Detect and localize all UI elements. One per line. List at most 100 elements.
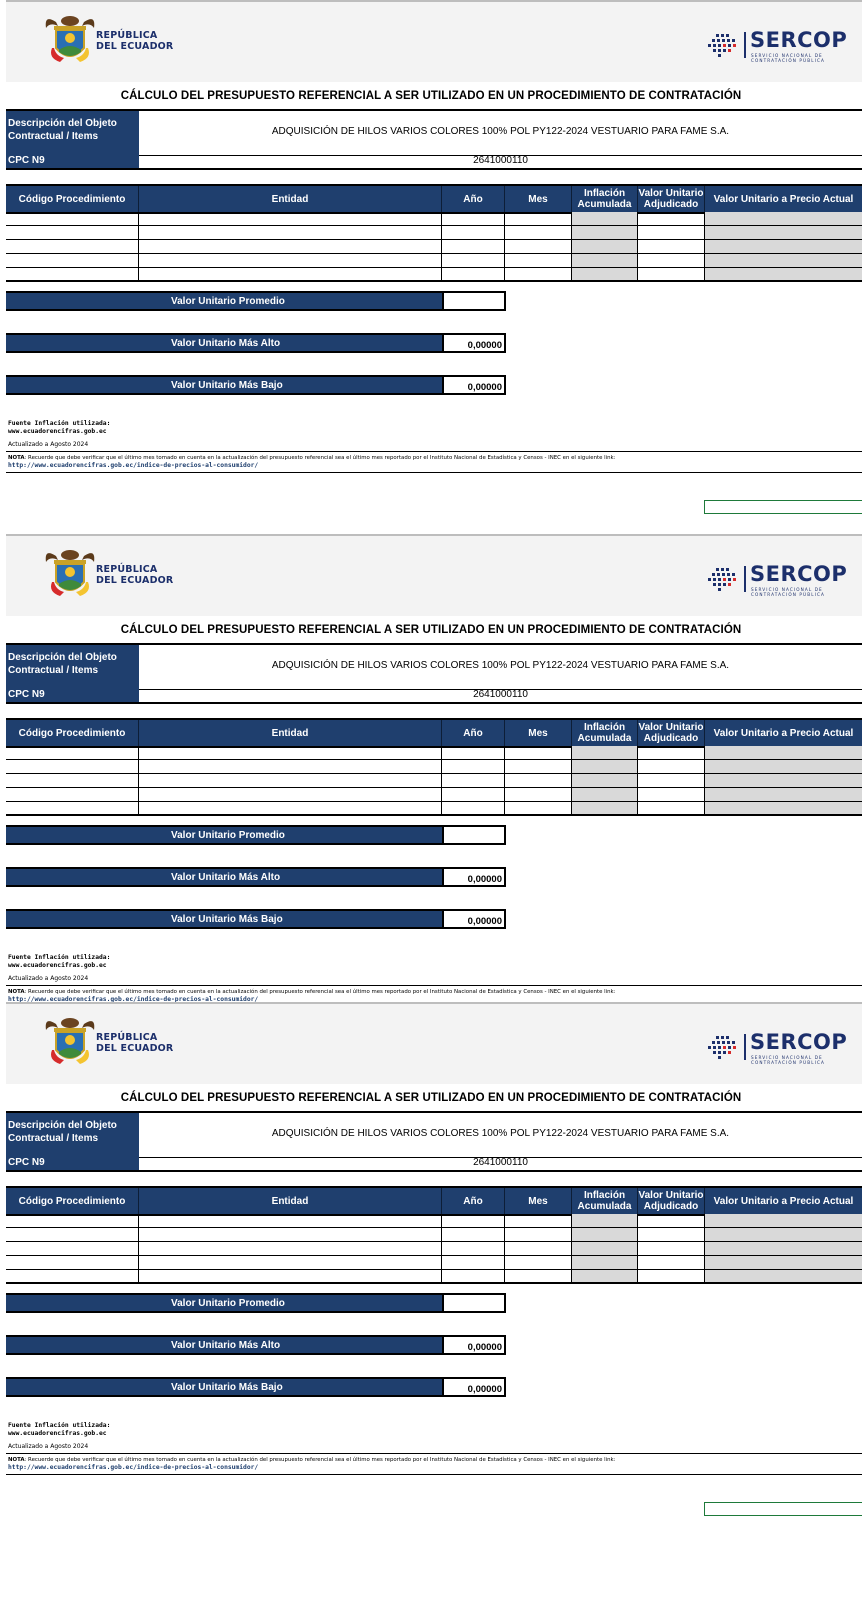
table-cell[interactable] [505,802,572,814]
table-cell[interactable] [705,212,862,225]
table-cell[interactable] [572,226,638,239]
table-cell[interactable] [139,746,442,759]
table-cell[interactable] [505,1242,572,1255]
mas-bajo-value[interactable]: 0,00000 [442,1377,506,1397]
table-cell[interactable] [705,788,862,801]
table-cell[interactable] [505,212,572,225]
table-cell[interactable] [572,254,638,267]
table-cell[interactable] [6,760,139,773]
table-cell[interactable] [505,1256,572,1269]
table-cell[interactable] [705,760,862,773]
table-cell[interactable] [139,240,442,253]
table-cell[interactable] [505,1270,572,1282]
fuente-url[interactable]: www.ecuadorencifras.gob.ec [8,1430,107,1437]
table-cell[interactable] [6,268,139,280]
table-cell[interactable] [442,802,505,814]
table-cell[interactable] [6,1270,139,1282]
table-cell[interactable] [705,1214,862,1227]
table-cell[interactable] [6,254,139,267]
table-cell[interactable] [442,1242,505,1255]
table-cell[interactable] [505,226,572,239]
table-cell[interactable] [442,760,505,773]
cpc-value[interactable]: 2641000110 [139,155,862,166]
table-cell[interactable] [572,240,638,253]
table-cell[interactable] [638,254,705,267]
table-cell[interactable] [442,1228,505,1241]
table-cell[interactable] [139,788,442,801]
mas-alto-value[interactable]: 0,00000 [442,1335,506,1355]
table-cell[interactable] [6,802,139,814]
inec-link[interactable]: http://www.ecuadorencifras.gob.ec/indice… [8,462,258,470]
table-cell[interactable] [705,1256,862,1269]
table-cell[interactable] [638,1242,705,1255]
table-cell[interactable] [705,1270,862,1282]
table-cell[interactable] [6,1242,139,1255]
fuente-url[interactable]: www.ecuadorencifras.gob.ec [8,962,107,969]
table-cell[interactable] [705,746,862,759]
table-cell[interactable] [442,746,505,759]
table-cell[interactable] [139,1214,442,1227]
cpc-value[interactable]: 2641000110 [139,689,862,700]
table-cell[interactable] [139,774,442,787]
description-value[interactable]: ADQUISICIÓN DE HILOS VARIOS COLORES 100%… [139,1128,862,1139]
table-cell[interactable] [6,788,139,801]
mas-alto-value[interactable]: 0,00000 [442,867,506,887]
table-cell[interactable] [442,212,505,225]
table-cell[interactable] [705,802,862,814]
table-cell[interactable] [505,774,572,787]
table-cell[interactable] [638,1270,705,1282]
table-cell[interactable] [638,240,705,253]
table-cell[interactable] [572,802,638,814]
table-cell[interactable] [139,226,442,239]
table-cell[interactable] [505,746,572,759]
table-cell[interactable] [572,760,638,773]
table-cell[interactable] [572,746,638,759]
table-cell[interactable] [572,268,638,280]
table-cell[interactable] [139,1242,442,1255]
table-cell[interactable] [572,1242,638,1255]
description-value[interactable]: ADQUISICIÓN DE HILOS VARIOS COLORES 100%… [139,126,862,137]
table-cell[interactable] [638,1214,705,1227]
table-cell[interactable] [442,1214,505,1227]
table-cell[interactable] [442,774,505,787]
table-cell[interactable] [705,1242,862,1255]
table-cell[interactable] [442,1270,505,1282]
promedio-value[interactable] [442,1293,506,1313]
table-cell[interactable] [442,240,505,253]
table-cell[interactable] [705,240,862,253]
table-cell[interactable] [6,746,139,759]
table-cell[interactable] [442,254,505,267]
table-cell[interactable] [139,268,442,280]
table-cell[interactable] [572,1228,638,1241]
promedio-value[interactable] [442,825,506,845]
table-cell[interactable] [572,774,638,787]
inec-link[interactable]: http://www.ecuadorencifras.gob.ec/indice… [8,1464,258,1472]
table-cell[interactable] [572,212,638,225]
table-cell[interactable] [139,254,442,267]
table-cell[interactable] [139,760,442,773]
table-cell[interactable] [505,240,572,253]
promedio-value[interactable] [442,291,506,311]
table-cell[interactable] [572,1256,638,1269]
table-cell[interactable] [638,1228,705,1241]
table-cell[interactable] [638,226,705,239]
table-cell[interactable] [638,212,705,225]
table-cell[interactable] [572,788,638,801]
table-cell[interactable] [638,1256,705,1269]
table-cell[interactable] [442,1256,505,1269]
description-value[interactable]: ADQUISICIÓN DE HILOS VARIOS COLORES 100%… [139,660,862,671]
mas-bajo-value[interactable]: 0,00000 [442,909,506,929]
table-cell[interactable] [505,268,572,280]
table-cell[interactable] [505,1228,572,1241]
table-cell[interactable] [572,1214,638,1227]
cpc-value[interactable]: 2641000110 [139,1157,862,1168]
mas-bajo-value[interactable]: 0,00000 [442,375,506,395]
table-cell[interactable] [638,774,705,787]
table-cell[interactable] [505,254,572,267]
table-cell[interactable] [6,212,139,225]
table-cell[interactable] [6,1256,139,1269]
table-cell[interactable] [139,1256,442,1269]
table-cell[interactable] [638,802,705,814]
table-cell[interactable] [139,802,442,814]
table-cell[interactable] [6,774,139,787]
